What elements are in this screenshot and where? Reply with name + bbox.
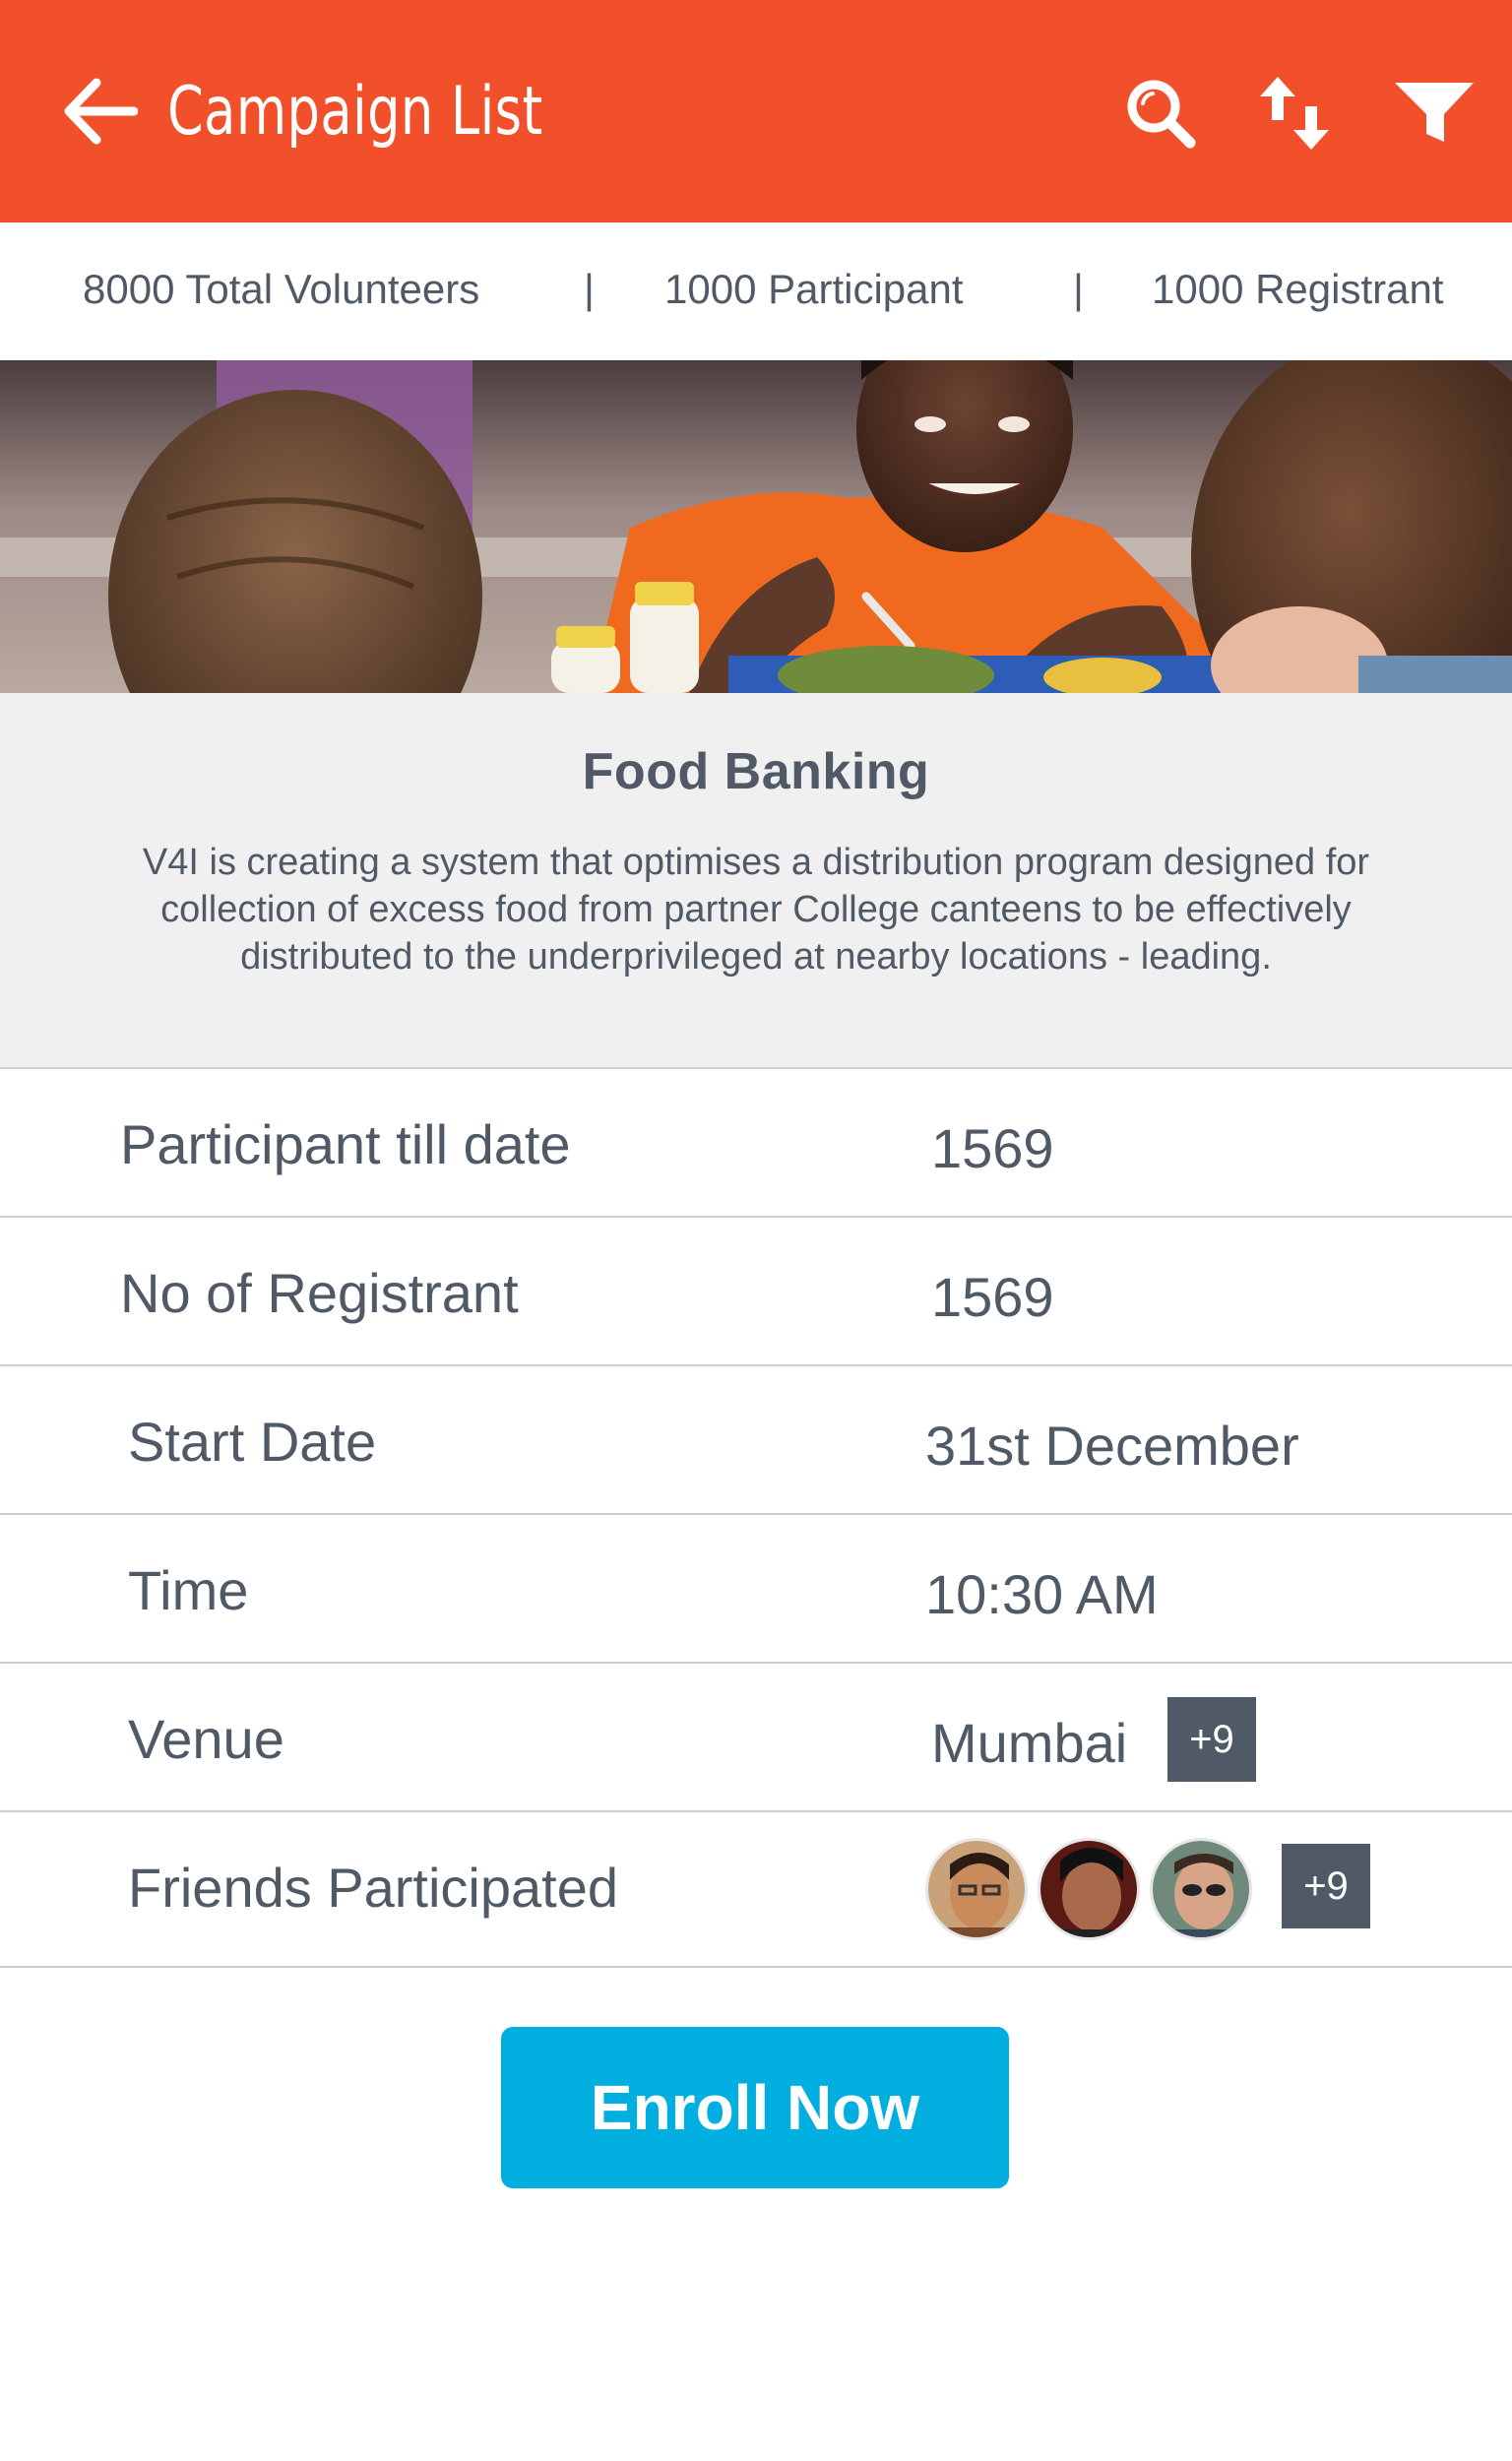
detail-value: 10:30 AM [925,1563,1159,1625]
campaign-detail-screen: Campaign List 8000 Total Volunteers | 10… [0,0,1512,2461]
detail-label: Time [128,1559,249,1621]
filter-icon[interactable] [1390,69,1479,158]
enroll-now-button[interactable]: Enroll Now [501,2027,1009,2188]
stats-bar: 8000 Total Volunteers | 1000 Participant… [0,222,1512,360]
total-volunteers-stat: 8000 Total Volunteers [83,266,480,312]
registrant-stat: 1000 Registrant [1152,266,1444,312]
back-arrow-icon[interactable] [59,71,140,152]
page-title: Campaign List [167,73,543,151]
detail-row-time: Time 10:30 AM [0,1513,1512,1662]
participant-stat: 1000 Participant [664,266,964,312]
detail-row-venue: Venue Mumbai +9 [0,1662,1512,1810]
avatar[interactable] [1038,1838,1140,1940]
campaign-banner-image [0,360,1512,693]
stats-divider: | [584,266,595,312]
app-bar: Campaign List [0,0,1512,222]
avatar[interactable] [1150,1838,1252,1940]
detail-label: Start Date [128,1411,377,1473]
campaign-details-list: Participant till date 1569 No of Registr… [0,1067,1512,1968]
stats-divider: | [1073,266,1084,312]
detail-label: Venue [128,1708,284,1770]
detail-value: 1569 [931,1117,1054,1179]
detail-label: Participant till date [120,1113,571,1175]
detail-value: 31st December [925,1415,1299,1477]
search-icon[interactable] [1116,69,1205,158]
detail-value: 1569 [931,1266,1054,1328]
campaign-description: V4I is creating a system that optimises … [142,842,1370,978]
avatar[interactable] [925,1838,1028,1940]
campaign-title: Food Banking [582,743,930,800]
venue-more-badge[interactable]: +9 [1167,1697,1256,1782]
detail-row-start-date: Start Date 31st December [0,1364,1512,1513]
campaign-description-panel: Food Banking V4I is creating a system th… [0,693,1512,1067]
detail-row-friends: Friends Participated +9 [0,1810,1512,1968]
sort-icon[interactable] [1252,69,1341,158]
detail-label: No of Registrant [120,1262,519,1324]
detail-row-registrants: No of Registrant 1569 [0,1216,1512,1364]
detail-label: Friends Participated [128,1857,619,1919]
friends-more-badge[interactable]: +9 [1282,1844,1370,1928]
detail-row-participants: Participant till date 1569 [0,1067,1512,1216]
detail-value: Mumbai [931,1712,1128,1774]
